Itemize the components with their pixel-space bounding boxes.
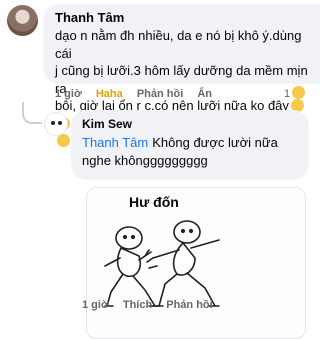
avatar-kim-sew[interactable] [44, 112, 68, 136]
comment-text-line-1: dạo n nằm đh nhiều, da e nó bị khô ý.dùn… [55, 28, 302, 61]
avatar-eye [58, 121, 62, 125]
mention-link[interactable]: Thanh Tâm [82, 135, 148, 150]
like-button[interactable]: Thích [123, 299, 152, 311]
reply-thread-line [22, 102, 42, 124]
reply-button[interactable]: Phản hồi [137, 88, 183, 100]
haha-reaction-button[interactable]: Haha [96, 88, 123, 100]
reply-time[interactable]: 1 giờ [82, 299, 109, 311]
hide-button[interactable]: Ẩn [197, 88, 212, 100]
reply-actions: 1 giờ Thích Phản hồi [82, 299, 224, 311]
reply-author[interactable]: Kim Sew [82, 117, 132, 131]
reply-to-reply-button[interactable]: Phản hồi [166, 299, 212, 311]
sticker-caption: Hư đốn [129, 194, 179, 210]
avatar-thanh-tam[interactable] [7, 5, 38, 36]
comment-time[interactable]: 1 giờ [55, 88, 82, 100]
reaction-count: 1 [284, 88, 291, 100]
sticker[interactable] [86, 187, 306, 339]
reply-text: Thanh Tâm Không được lười nữa nghe khôngg… [82, 134, 302, 170]
haha-emoji-icon [292, 86, 306, 99]
reaction-summary[interactable]: 1 [284, 86, 306, 100]
comment-actions: 1 giờ Haha Phản hồi Ẩn [55, 88, 223, 100]
avatar-eye [51, 121, 55, 125]
smiley-emoji-icon [57, 134, 70, 147]
comment-author[interactable]: Thanh Tâm [55, 10, 124, 25]
